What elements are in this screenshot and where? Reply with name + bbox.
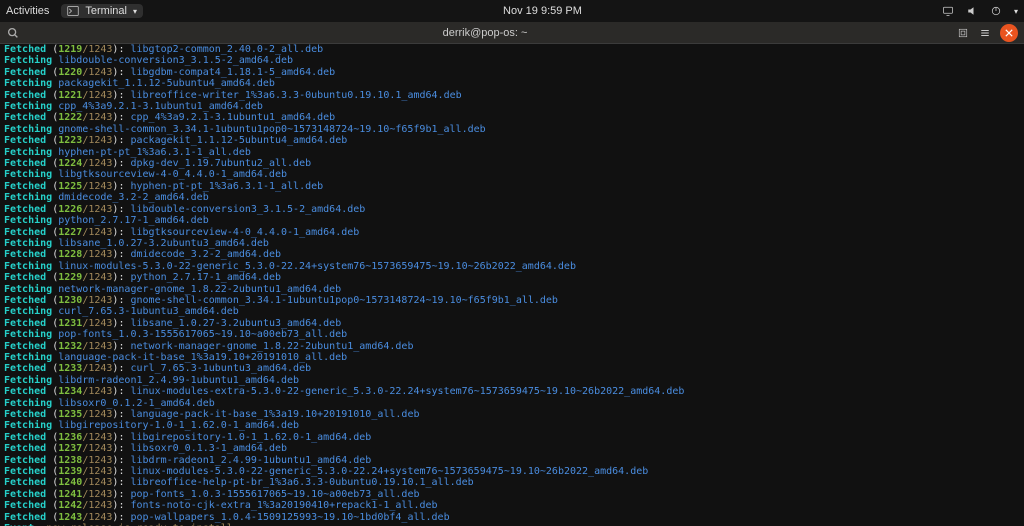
log-line: Fetching libsoxr0_0.1.2-1_amd64.deb bbox=[4, 398, 1020, 409]
log-line: Fetched (1231/1243): libsane_1.0.27-3.2u… bbox=[4, 318, 1020, 329]
close-button[interactable] bbox=[1000, 24, 1018, 42]
log-line: Fetching hyphen-pt-pt_1%3a6.3.1-1_all.de… bbox=[4, 147, 1020, 158]
log-line: Fetched (1221/1243): libreoffice-writer_… bbox=[4, 90, 1020, 101]
chevron-down-icon: ▾ bbox=[1014, 7, 1018, 16]
log-line: Fetching dmidecode_3.2-2_amd64.deb bbox=[4, 192, 1020, 203]
log-line: Fetching libsane_1.0.27-3.2ubuntu3_amd64… bbox=[4, 238, 1020, 249]
log-line: Fetching libdrm-radeon1_2.4.99-1ubuntu1_… bbox=[4, 375, 1020, 386]
activities-button[interactable]: Activities bbox=[6, 5, 49, 17]
log-line: Fetching linux-modules-5.3.0-22-generic_… bbox=[4, 261, 1020, 272]
terminal-icon bbox=[67, 5, 79, 17]
volume-icon[interactable] bbox=[966, 5, 978, 17]
log-line: Fetching gnome-shell-common_3.34.1-1ubun… bbox=[4, 124, 1020, 135]
app-menu[interactable]: Terminal ▾ bbox=[61, 4, 143, 18]
log-line: Fetched (1234/1243): linux-modules-extra… bbox=[4, 386, 1020, 397]
log-line: Fetched (1224/1243): dpkg-dev_1.19.7ubun… bbox=[4, 158, 1020, 169]
log-line: Fetched (1235/1243): language-pack-it-ba… bbox=[4, 409, 1020, 420]
display-icon[interactable] bbox=[942, 5, 954, 17]
hamburger-menu-button[interactable] bbox=[976, 24, 994, 42]
log-line: Fetched (1236/1243): libgirepository-1.0… bbox=[4, 432, 1020, 443]
log-line: Fetched (1242/1243): fonts-noto-cjk-extr… bbox=[4, 500, 1020, 511]
log-line: Fetching libgtksourceview-4-0_4.4.0-1_am… bbox=[4, 169, 1020, 180]
log-line: Fetching libdouble-conversion3_3.1.5-2_a… bbox=[4, 55, 1020, 66]
log-line: Fetched (1219/1243): libgtop2-common_2.4… bbox=[4, 44, 1020, 55]
gnome-topbar: Activities Terminal ▾ Nov 19 9:59 PM ▾ bbox=[0, 0, 1024, 22]
log-line: Fetched (1240/1243): libreoffice-help-pt… bbox=[4, 477, 1020, 488]
log-line: Fetching python_2.7.17-1_amd64.deb bbox=[4, 215, 1020, 226]
new-tab-button[interactable] bbox=[954, 24, 972, 42]
log-line: Fetched (1223/1243): packagekit_1.1.12-5… bbox=[4, 135, 1020, 146]
window-title: derrik@pop-os: ~ bbox=[20, 27, 950, 39]
log-line: Fetched (1239/1243): linux-modules-5.3.0… bbox=[4, 466, 1020, 477]
power-icon[interactable] bbox=[990, 5, 1002, 17]
window-titlebar: derrik@pop-os: ~ bbox=[0, 22, 1024, 44]
log-line: Fetched (1241/1243): pop-fonts_1.0.3-155… bbox=[4, 489, 1020, 500]
log-line: Fetching cpp_4%3a9.2.1-3.1ubuntu1_amd64.… bbox=[4, 101, 1020, 112]
terminal-output[interactable]: Fetched (1219/1243): libgtop2-common_2.4… bbox=[0, 44, 1024, 526]
log-line: Fetched (1229/1243): python_2.7.17-1_amd… bbox=[4, 272, 1020, 283]
clock[interactable]: Nov 19 9:59 PM bbox=[503, 5, 582, 17]
log-line: Fetching libgirepository-1.0-1_1.62.0-1_… bbox=[4, 420, 1020, 431]
log-line: Fetching network-manager-gnome_1.8.22-2u… bbox=[4, 284, 1020, 295]
log-line: Fetching language-pack-it-base_1%3a19.10… bbox=[4, 352, 1020, 363]
log-line: Fetched (1227/1243): libgtksourceview-4-… bbox=[4, 227, 1020, 238]
log-line: Fetching pop-fonts_1.0.3-1555617065~19.1… bbox=[4, 329, 1020, 340]
chevron-down-icon: ▾ bbox=[133, 7, 137, 16]
log-line: Fetched (1237/1243): libsoxr0_0.1.3-1_am… bbox=[4, 443, 1020, 454]
log-line: Fetched (1222/1243): cpp_4%3a9.2.1-3.1ub… bbox=[4, 112, 1020, 123]
log-line: Fetched (1238/1243): libdrm-radeon1_2.4.… bbox=[4, 455, 1020, 466]
log-line: Fetched (1226/1243): libdouble-conversio… bbox=[4, 204, 1020, 215]
search-icon[interactable] bbox=[6, 26, 20, 40]
log-line: Fetched (1220/1243): libgdbm-compat4_1.1… bbox=[4, 67, 1020, 78]
log-line: Fetched (1228/1243): dmidecode_3.2-2_amd… bbox=[4, 249, 1020, 260]
log-line: Fetched (1232/1243): network-manager-gno… bbox=[4, 341, 1020, 352]
log-line: Fetched (1243/1243): pop-wallpapers_1.0.… bbox=[4, 512, 1020, 523]
app-menu-label: Terminal bbox=[85, 5, 127, 17]
log-line: Fetching curl_7.65.3-1ubuntu3_amd64.deb bbox=[4, 306, 1020, 317]
log-line: Fetched (1230/1243): gnome-shell-common_… bbox=[4, 295, 1020, 306]
log-line: Fetching packagekit_1.1.12-5ubuntu4_amd6… bbox=[4, 78, 1020, 89]
log-line: Fetched (1233/1243): curl_7.65.3-1ubuntu… bbox=[4, 363, 1020, 374]
log-line: Fetched (1225/1243): hyphen-pt-pt_1%3a6.… bbox=[4, 181, 1020, 192]
